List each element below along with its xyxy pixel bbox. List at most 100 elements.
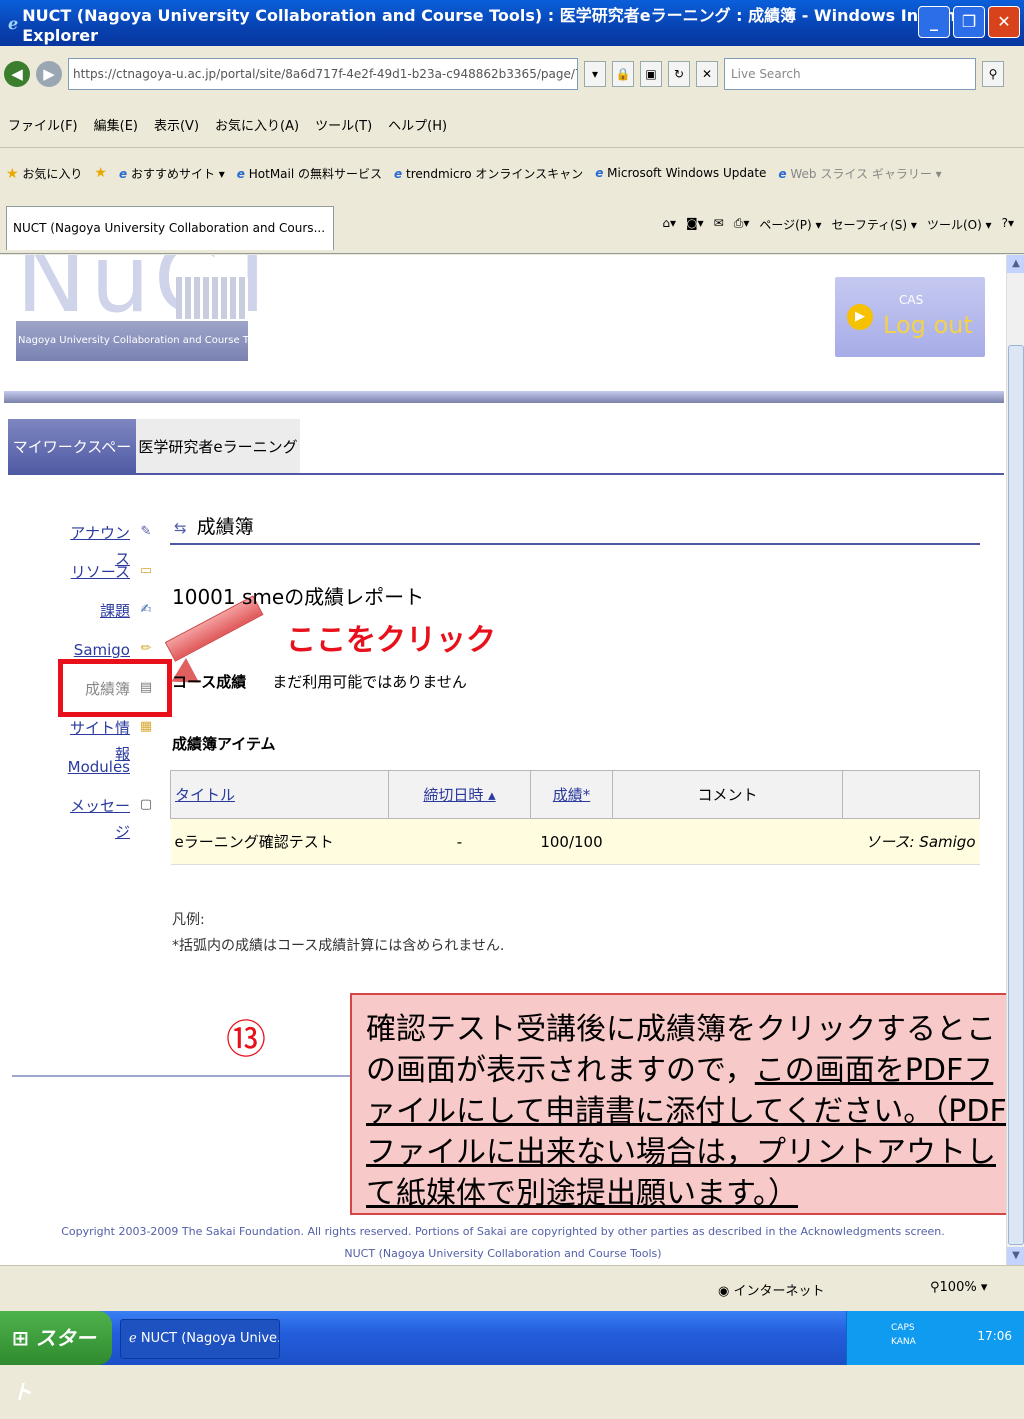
scroll-thumb[interactable]	[1008, 345, 1024, 1245]
window-titlebar: ℯ NUCT (Nagoya University Collaboration …	[0, 0, 1024, 46]
menu-favorites[interactable]: お気に入り(A)	[215, 115, 299, 134]
gradebook-table: タイトル 締切日時 ▴ 成績* コメント eラーニング確認テスト - 100/1…	[170, 770, 980, 865]
click-here-callout: ここをクリック	[286, 623, 496, 658]
page-menu[interactable]: ページ(P) ▾	[759, 216, 821, 233]
menu-help[interactable]: ヘルプ(H)	[388, 115, 447, 134]
search-button[interactable]: ⚲	[982, 61, 1004, 87]
logout-button[interactable]: ▶ CAS Log out	[835, 277, 985, 357]
col-title[interactable]: タイトル	[170, 770, 389, 819]
building-logo-icon	[176, 277, 248, 319]
refresh-button[interactable]: ↻	[668, 61, 690, 87]
menu-tools[interactable]: ツール(T)	[315, 115, 372, 134]
taskbar-item-ie[interactable]: ℯ NUCT (Nagoya Unive...	[120, 1319, 280, 1359]
search-input[interactable]: Live Search	[724, 58, 976, 90]
maximize-button[interactable]: ❐	[953, 6, 985, 38]
nav-item-resources[interactable]: リソース ▭	[60, 559, 160, 598]
browser-tab-bar: NUCT (Nagoya University Collaboration an…	[0, 198, 1024, 254]
ie-icon: ℯ	[8, 13, 19, 33]
megaphone-icon: ✎	[140, 524, 152, 539]
fav-item-trendmicro[interactable]: e trendmicro オンラインスキャン	[394, 165, 583, 182]
favorites-button[interactable]: ★ お気に入り	[6, 165, 82, 182]
row-title: eラーニング確認テスト	[170, 818, 389, 865]
ie-icon: e	[595, 166, 604, 180]
help-icon[interactable]: ?▾	[1002, 216, 1014, 233]
footer: Copyright 2003-2009 The Sakai Foundation…	[0, 1221, 1006, 1265]
address-toolbar: ◀ ▶ https://ctnagoya-u.ac.jp/portal/site…	[0, 46, 1024, 102]
menu-edit[interactable]: 編集(E)	[94, 115, 138, 134]
row-grade: 100/100	[530, 818, 613, 865]
copyright-text: Copyright 2003-2009 The Sakai Foundation…	[61, 1225, 945, 1238]
home-icon[interactable]: ⌂▾	[662, 216, 676, 233]
vertical-scrollbar[interactable]: ▲ ▼	[1006, 255, 1024, 1265]
add-favorite-icon[interactable]: ★	[94, 165, 107, 181]
fav-item-recommended[interactable]: e おすすめサイト ▾	[119, 165, 225, 182]
message-icon: ▢	[139, 797, 153, 812]
star-icon: ★	[6, 165, 19, 182]
legend-title: 凡例:	[172, 912, 205, 928]
internet-zone[interactable]: ◉ インターネット	[718, 1280, 825, 1299]
stop-button[interactable]: ✕	[696, 61, 718, 87]
course-grade-label: コース成績	[172, 673, 247, 691]
nav-item-assignments[interactable]: 課題 ✍	[60, 598, 160, 637]
col-source	[842, 770, 980, 819]
zoom-level[interactable]: ⚲100% ▾	[930, 1280, 987, 1295]
mail-icon[interactable]: ✉	[714, 216, 724, 233]
compatibility-icon[interactable]: ▣	[640, 61, 662, 87]
ime-status[interactable]: CAPS KANA	[891, 1321, 916, 1349]
highlight-box	[58, 659, 172, 717]
scroll-down-button[interactable]: ▼	[1007, 1247, 1024, 1265]
instruction-note: 確認テスト受講後に成績簿をクリックするとこの画面が表示されますので，この画面をP…	[350, 993, 1006, 1215]
gradebook-title: 成績簿	[196, 516, 254, 538]
scroll-up-button[interactable]: ▲	[1007, 255, 1024, 273]
tab-elearning[interactable]: 医学研究者eラーニング	[136, 419, 300, 475]
ie-icon: e	[778, 166, 787, 181]
lock-icon[interactable]: 🔒	[612, 61, 634, 87]
row-source: ソース: Samigo	[842, 818, 980, 865]
fav-item-web-slice[interactable]: e Web スライス ギャラリー ▾	[778, 165, 941, 182]
nav-item-announcements[interactable]: アナウンス ✎	[60, 520, 160, 568]
tab-my-workspace[interactable]: マイワークスペース	[8, 419, 136, 512]
logout-label: Log out	[883, 311, 973, 339]
address-dropdown-button[interactable]: ▾	[584, 61, 606, 87]
menu-bar: ファイル(F) 編集(E) 表示(V) お気に入り(A) ツール(T) ヘルプ(…	[0, 102, 1024, 148]
table-row: eラーニング確認テスト - 100/100 ソース: Samigo	[170, 818, 980, 865]
nav-item-messages[interactable]: メッセージ ▢	[60, 793, 160, 841]
nav-item-site-info[interactable]: サイト情報 ▦	[60, 715, 160, 763]
safety-menu[interactable]: セーフティ(S) ▾	[832, 216, 917, 233]
taskbar: ⊞ スタート ℯ NUCT (Nagoya Unive... CAPS KANA …	[0, 1311, 1024, 1404]
print-icon[interactable]: ⎙▾	[734, 216, 750, 233]
gradebook-items-label: 成績簿アイテム	[172, 735, 276, 753]
start-button[interactable]: ⊞ スタート	[0, 1311, 112, 1404]
assignment-icon: ✍	[140, 602, 152, 617]
col-comment: コメント	[612, 770, 843, 819]
course-grade-value: まだ利用可能ではありません	[272, 673, 467, 691]
logout-cas-label: CAS	[899, 293, 924, 307]
forward-button[interactable]: ▶	[36, 61, 62, 87]
nav-item-modules[interactable]: Modules	[60, 754, 160, 793]
favorites-bar: ★ お気に入り ★ e おすすめサイト ▾ e HotMail の無料サービス …	[0, 148, 1024, 198]
refresh-icon[interactable]: ⇆	[174, 519, 187, 537]
feeds-icon[interactable]: ◙▾	[686, 216, 704, 233]
fav-item-windows-update[interactable]: e Microsoft Windows Update	[595, 166, 766, 180]
gradebook-header: ⇆ 成績簿	[170, 509, 980, 545]
logo-subtitle: Nagoya University Collaboration and Cour…	[16, 321, 248, 361]
windows-logo-icon: ⊞	[12, 1326, 29, 1350]
close-button[interactable]: ✕	[988, 6, 1020, 38]
browser-tab[interactable]: NUCT (Nagoya University Collaboration an…	[6, 206, 334, 250]
menu-view[interactable]: 表示(V)	[154, 115, 199, 134]
address-input[interactable]: https://ctnagoya-u.ac.jp/portal/site/8a6…	[68, 58, 578, 90]
play-icon: ▶	[847, 304, 873, 330]
col-grade[interactable]: 成績*	[530, 770, 613, 819]
minimize-button[interactable]: _	[918, 6, 950, 38]
zoom-icon: ⚲	[930, 1280, 940, 1295]
fav-item-hotmail[interactable]: e HotMail の無料サービス	[237, 165, 382, 182]
ie-icon: e	[394, 166, 403, 181]
step-number: ⑬	[226, 1017, 266, 1063]
tools-menu[interactable]: ツール(O) ▾	[927, 216, 992, 233]
course-grade: コース成績 まだ利用可能ではありません	[172, 671, 467, 692]
legend-text: *括弧内の成績はコース成績計算には含められません.	[172, 938, 505, 954]
col-due-date[interactable]: 締切日時 ▴	[388, 770, 531, 819]
page-content: NuCT Nagoya University Collaboration and…	[0, 255, 1006, 1265]
menu-file[interactable]: ファイル(F)	[8, 115, 78, 134]
back-button[interactable]: ◀	[4, 61, 30, 87]
